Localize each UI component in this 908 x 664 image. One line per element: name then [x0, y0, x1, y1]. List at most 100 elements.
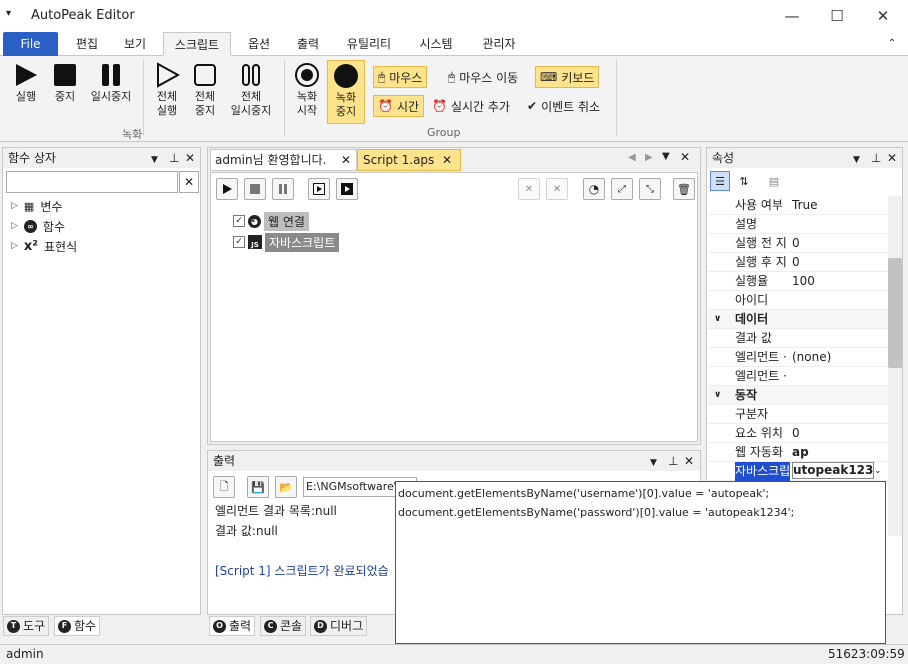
pin-icon[interactable]: ⊥ — [871, 148, 881, 168]
maximize-button[interactable]: ☐ — [817, 4, 857, 28]
function-search-input[interactable] — [6, 171, 178, 193]
property-row[interactable]: 아이디 — [708, 291, 888, 310]
script-item-javascript[interactable]: ✓ JS 자바스크립트 — [233, 232, 340, 252]
tab-admin[interactable]: 관리자 — [471, 32, 527, 56]
property-row[interactable]: 실행 후 지 0 — [708, 253, 888, 272]
javascript-value-popup[interactable]: document.getElementsByName('username')[0… — [395, 481, 886, 644]
property-row[interactable]: 자바스크립utopeak1234';⌄ — [708, 462, 888, 481]
step-play-button[interactable] — [336, 178, 358, 200]
tab-console[interactable]: C 콘솔 — [260, 616, 307, 636]
trash-button[interactable]: 🗑 — [673, 178, 695, 200]
keyboard-button[interactable]: ⌨ 키보드 — [535, 66, 600, 88]
property-row[interactable]: 설명 — [708, 215, 888, 234]
property-value[interactable]: 0 — [792, 253, 884, 272]
close-icon[interactable]: ✕ — [684, 451, 694, 471]
collapse-category-icon[interactable]: ∨ — [714, 310, 721, 329]
property-row[interactable]: 결과 값 — [708, 329, 888, 348]
stop-all-button[interactable]: 전체 중지 — [188, 60, 222, 118]
property-value[interactable]: ap — [792, 443, 884, 462]
record-start-button[interactable]: 녹화 시작 — [289, 60, 325, 118]
play-button[interactable]: 실행 — [8, 60, 44, 104]
tab-welcome[interactable]: admin님 환영합니다. ✕ — [210, 149, 357, 171]
timer-button[interactable]: ◔ — [583, 178, 605, 200]
disabled-button[interactable]: ✕ — [546, 178, 568, 200]
dropdown-icon[interactable]: ▼ — [853, 150, 860, 170]
tab-options[interactable]: 옵션 — [238, 32, 280, 56]
property-value[interactable]: 0 — [792, 234, 884, 253]
pin-icon[interactable]: ⊥ — [668, 451, 678, 471]
scrollbar[interactable] — [888, 196, 902, 536]
value-dropdown-icon[interactable]: ⌄ — [874, 462, 882, 481]
property-value[interactable]: 0 — [792, 424, 884, 443]
close-icon[interactable]: ✕ — [887, 148, 897, 168]
tab-utility[interactable]: 유틸리티 — [337, 32, 401, 56]
property-row[interactable]: 엘리먼트 · — [708, 367, 888, 386]
collapse-ribbon-icon[interactable]: ⌃ — [882, 32, 902, 56]
open-folder-button[interactable]: 📂 — [275, 476, 297, 498]
expand-icon[interactable]: ▷ — [11, 241, 18, 251]
tree-item-expressions[interactable]: ▷ x² 표현식 — [11, 236, 77, 256]
clear-search-button[interactable]: ✕ — [179, 171, 199, 193]
alphabetical-view-button[interactable]: ⇅ — [734, 171, 754, 191]
save-button[interactable]: 💾 — [247, 476, 269, 498]
step-button[interactable] — [308, 178, 330, 200]
pause-all-button[interactable]: 전체 일시중지 — [226, 60, 276, 118]
property-value[interactable]: 100 — [792, 272, 884, 291]
property-row[interactable]: 사용 여부 True — [708, 196, 888, 215]
property-value[interactable]: (none) — [792, 348, 884, 367]
run-button[interactable] — [216, 178, 238, 200]
tab-debug[interactable]: D 디버그 — [310, 616, 368, 636]
close-icon[interactable]: ✕ — [680, 150, 690, 164]
expand-icon[interactable]: ▷ — [11, 221, 18, 231]
mouse-move-button[interactable]: 🖱 마우스 이동 — [444, 66, 522, 88]
property-value[interactable]: True — [792, 196, 884, 215]
tree-item-variables[interactable]: ▷ ▦ 변수 — [11, 196, 62, 216]
tab-list-icon[interactable]: ▼ — [662, 151, 670, 162]
tab-script[interactable]: 스크립트 — [163, 32, 231, 56]
event-cancel-button[interactable]: ✔ 이벤트 취소 — [523, 95, 604, 117]
dropdown-icon[interactable]: ▼ — [151, 150, 158, 170]
dropdown-icon[interactable]: ▼ — [650, 453, 657, 473]
mouse-button[interactable]: 🖱 마우스 — [373, 66, 428, 88]
property-pages-button[interactable]: ▤ — [764, 171, 784, 191]
categorized-view-button[interactable]: ☰ — [710, 171, 730, 191]
property-category[interactable]: ∨ 동작 — [708, 386, 888, 405]
minimize-button[interactable]: — — [772, 4, 812, 28]
tab-tools[interactable]: T 도구 — [3, 616, 50, 636]
play-all-button[interactable]: 전체 실행 — [148, 60, 186, 118]
tab-output[interactable]: 출력 — [287, 32, 329, 56]
property-category[interactable]: ∨ 데이터 — [708, 310, 888, 329]
new-file-button[interactable]: 🗋 — [213, 476, 235, 498]
record-stop-button[interactable]: 녹화 중지 — [327, 60, 365, 124]
tab-file[interactable]: File — [3, 32, 58, 56]
expand-icon[interactable]: ▷ — [11, 201, 18, 211]
tab-output-panel[interactable]: O 출력 — [209, 616, 256, 636]
checkbox[interactable]: ✓ — [233, 215, 245, 227]
tab-view[interactable]: 보기 — [114, 32, 156, 56]
collapse-category-icon[interactable]: ∨ — [714, 386, 721, 405]
tree-item-functions[interactable]: ▷ ∞ 함수 — [11, 216, 65, 236]
tab-functions[interactable]: F 함수 — [54, 616, 101, 636]
scroll-right-icon[interactable]: ▶ — [645, 152, 653, 163]
property-row[interactable]: 실행율 100 — [708, 272, 888, 291]
stop-button[interactable]: 중지 — [48, 60, 82, 104]
close-tab-icon[interactable]: ✕ — [341, 150, 351, 170]
realtime-add-button[interactable]: ⏰ 실시간 추가 — [428, 95, 514, 117]
time-button[interactable]: ⏰ 시간 — [373, 95, 425, 117]
property-row[interactable]: 엘리먼트 · (none) — [708, 348, 888, 367]
property-row[interactable]: 실행 전 지 0 — [708, 234, 888, 253]
scrollbar-thumb[interactable] — [888, 258, 902, 368]
close-icon[interactable]: ✕ — [185, 148, 195, 168]
property-row[interactable]: 웹 자동화 ap — [708, 443, 888, 462]
tab-system[interactable]: 시스템 — [408, 32, 464, 56]
scroll-left-icon[interactable]: ◀ — [628, 152, 636, 163]
pause-button[interactable] — [272, 178, 294, 200]
property-value[interactable]: utopeak1234'; — [792, 462, 874, 479]
stop-button[interactable] — [244, 178, 266, 200]
property-row[interactable]: 요소 위치 0 — [708, 424, 888, 443]
expand-button[interactable]: ⤢ — [611, 178, 633, 200]
pause-button[interactable]: 일시중지 — [86, 60, 136, 104]
close-tab-icon[interactable]: ✕ — [442, 150, 452, 170]
close-button[interactable]: ✕ — [863, 4, 903, 28]
collapse-button[interactable]: ⤡ — [639, 178, 661, 200]
